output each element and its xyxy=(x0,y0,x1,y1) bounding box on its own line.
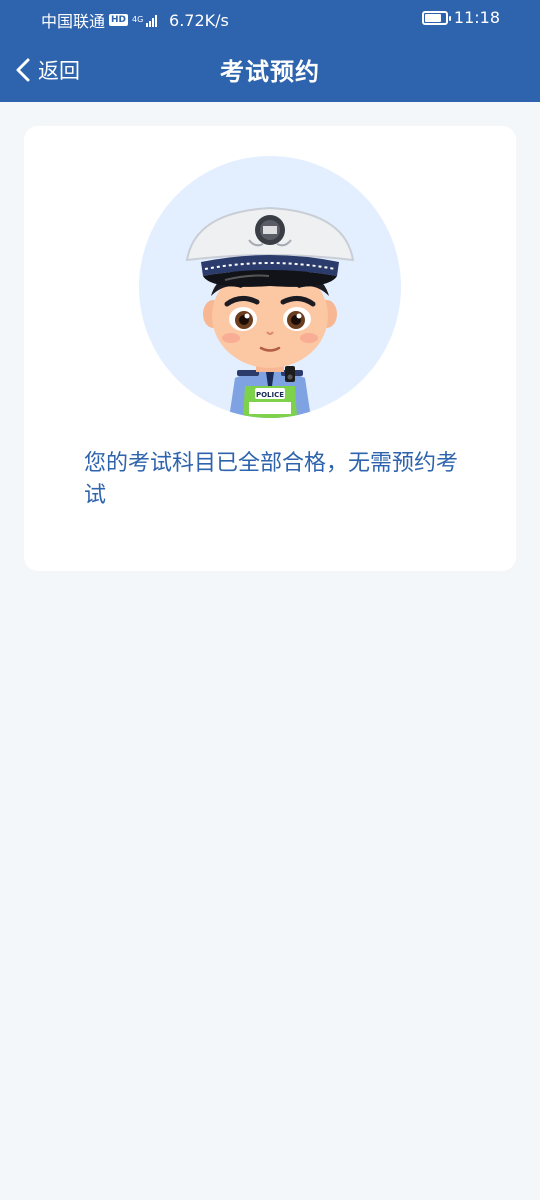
police-officer-illustration: POLICE xyxy=(185,206,355,418)
battery-icon xyxy=(421,10,451,25)
vest-badge-text: POLICE xyxy=(256,391,284,399)
page-title: 考试预约 xyxy=(220,58,320,86)
status-bar: 中国联通 HD 4G 6.72K/s 11:18 xyxy=(0,0,540,36)
network-speed: 6.72K/s xyxy=(169,10,229,30)
clock: 11:18 xyxy=(453,8,500,27)
status-left: 中国联通 HD 4G 6.72K/s xyxy=(41,8,229,32)
hd-badge: HD xyxy=(109,14,129,26)
header: 中国联通 HD 4G 6.72K/s 11:18 返回 考试预约 xyxy=(0,0,540,102)
police-avatar: POLICE xyxy=(139,156,401,418)
network-type: 4G xyxy=(132,15,144,24)
result-card: POLICE 您的考试科目已全部合格，无需预约考试 xyxy=(24,126,516,571)
status-right: 11:18 xyxy=(421,8,500,27)
exam-status-message: 您的考试科目已全部合格，无需预约考试 xyxy=(84,451,459,508)
signal-icon xyxy=(146,13,158,27)
carrier-name: 中国联通 xyxy=(41,12,106,31)
